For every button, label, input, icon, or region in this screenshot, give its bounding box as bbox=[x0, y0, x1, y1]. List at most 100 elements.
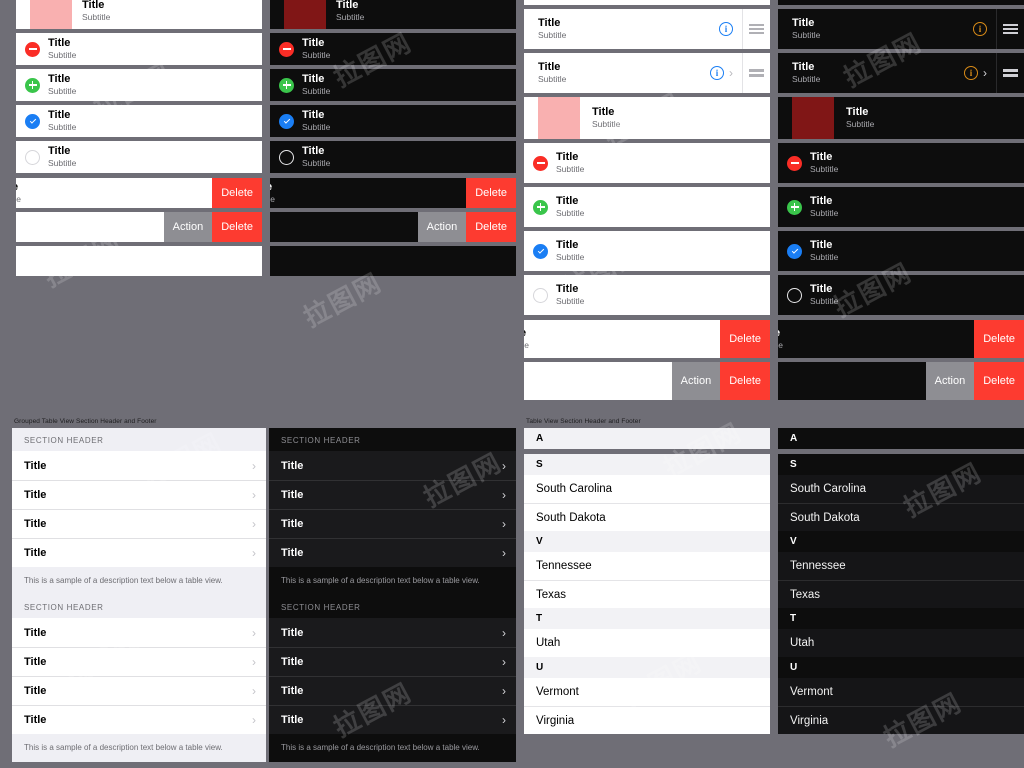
empty-row-card[interactable] bbox=[270, 246, 516, 276]
table-row[interactable]: Title › bbox=[269, 480, 516, 509]
add-row-card[interactable]: Title Subtitle bbox=[778, 187, 1024, 227]
swipe-delete-row[interactable]: e tle Delete bbox=[524, 320, 770, 358]
table-row[interactable]: Title › bbox=[269, 509, 516, 538]
checkmark-circle-icon[interactable] bbox=[279, 113, 294, 129]
unchecked-row[interactable]: Title Subtitle bbox=[16, 141, 262, 173]
empty-circle-icon[interactable] bbox=[787, 287, 802, 303]
checkmark-circle-icon[interactable] bbox=[787, 243, 802, 259]
minus-badge-icon[interactable] bbox=[787, 155, 802, 171]
list-item[interactable]: Virginia bbox=[524, 706, 770, 734]
checked-row-card[interactable]: Title Subtitle bbox=[16, 105, 262, 137]
list-item[interactable]: Texas bbox=[524, 580, 770, 608]
info-icon[interactable]: i bbox=[973, 22, 987, 36]
swipe-action-row[interactable]: Action Delete bbox=[524, 362, 770, 400]
unchecked-row[interactable]: Title Subtitle bbox=[778, 275, 1024, 315]
detail-reorder-row-card[interactable]: Title Subtitle i bbox=[778, 9, 1024, 49]
detail-reorder-row[interactable]: Title Subtitle i bbox=[524, 9, 770, 49]
checked-row-card[interactable]: Title Subtitle bbox=[778, 231, 1024, 271]
list-item[interactable]: South Dakota bbox=[778, 503, 1024, 531]
list-item[interactable]: Tennessee bbox=[778, 552, 1024, 580]
checked-row[interactable]: Title Subtitle bbox=[524, 231, 770, 271]
delete-button[interactable]: Delete bbox=[974, 362, 1024, 400]
add-row-card[interactable]: Title Subtitle bbox=[524, 187, 770, 227]
list-item[interactable]: South Carolina bbox=[778, 475, 1024, 503]
remove-row[interactable]: Title Subtitle bbox=[524, 143, 770, 183]
table-row[interactable]: Title › bbox=[12, 480, 266, 509]
checkmark-circle-icon[interactable] bbox=[533, 243, 548, 259]
list-item[interactable]: Texas bbox=[778, 580, 1024, 608]
unchecked-row-card[interactable]: Title Subtitle bbox=[270, 141, 516, 173]
delete-button[interactable]: Delete bbox=[212, 178, 262, 208]
delete-button[interactable]: Delete bbox=[720, 362, 770, 400]
swipe-delete-row[interactable]: e tle Delete bbox=[16, 178, 262, 208]
info-icon[interactable]: i bbox=[964, 66, 978, 80]
table-row[interactable]: Title › bbox=[269, 647, 516, 676]
list-item[interactable]: Utah bbox=[524, 629, 770, 657]
table-row[interactable]: Title › bbox=[12, 451, 266, 480]
image-row-card[interactable]: Title Subtitle bbox=[524, 97, 770, 139]
swipe-delete-row[interactable]: e tle Delete bbox=[778, 320, 1024, 358]
checked-row[interactable]: Title Subtitle bbox=[778, 231, 1024, 271]
list-item[interactable]: Vermont bbox=[778, 678, 1024, 706]
empty-row-card[interactable] bbox=[16, 246, 262, 276]
remove-row-card[interactable]: Title Subtitle bbox=[270, 33, 516, 65]
add-row-card[interactable]: Title Subtitle bbox=[270, 69, 516, 101]
remove-row-card[interactable]: Title Subtitle bbox=[778, 143, 1024, 183]
table-row[interactable]: Title › bbox=[269, 451, 516, 480]
action-button[interactable]: Action bbox=[163, 212, 213, 242]
remove-row-card[interactable]: Title Subtitle bbox=[524, 143, 770, 183]
detail-disclosure-reorder-row-card[interactable]: Title Subtitle i › bbox=[524, 53, 770, 93]
action-button[interactable]: Action bbox=[925, 362, 975, 400]
detail-disclosure-reorder-row[interactable]: Title Subtitle i › bbox=[524, 53, 770, 93]
remove-row[interactable]: Title Subtitle bbox=[16, 33, 262, 65]
reorder-handle-icon[interactable] bbox=[742, 9, 770, 49]
table-row[interactable]: Title › bbox=[12, 676, 266, 705]
plus-badge-icon[interactable] bbox=[279, 77, 294, 93]
image-row-card[interactable]: Title Subtitle bbox=[270, 0, 516, 29]
image-row[interactable]: Title Subtitle bbox=[524, 97, 770, 139]
detail-disclosure-reorder-row-card[interactable]: Title Subtitle i › bbox=[778, 53, 1024, 93]
swipe-action-row[interactable]: Action Delete bbox=[778, 362, 1024, 400]
unchecked-row-card[interactable]: Title Subtitle bbox=[16, 141, 262, 173]
action-button[interactable]: Action bbox=[417, 212, 467, 242]
empty-circle-icon[interactable] bbox=[533, 287, 548, 303]
image-row[interactable]: Title Subtitle bbox=[778, 97, 1024, 139]
delete-button[interactable]: Delete bbox=[974, 320, 1024, 358]
image-row-card[interactable]: Title Subtitle bbox=[778, 97, 1024, 139]
add-row-card[interactable]: Title Subtitle bbox=[16, 69, 262, 101]
table-row[interactable]: Title › bbox=[12, 538, 266, 567]
table-row[interactable]: Title › bbox=[12, 705, 266, 734]
list-item[interactable]: Tennessee bbox=[524, 552, 770, 580]
unchecked-row[interactable]: Title Subtitle bbox=[524, 275, 770, 315]
unchecked-row-card[interactable]: Title Subtitle bbox=[778, 275, 1024, 315]
unchecked-row[interactable]: Title Subtitle bbox=[270, 141, 516, 173]
minus-badge-icon[interactable] bbox=[279, 41, 294, 57]
info-icon[interactable]: i bbox=[719, 22, 733, 36]
list-item[interactable]: South Dakota bbox=[524, 503, 770, 531]
minus-badge-icon[interactable] bbox=[533, 155, 548, 171]
checked-row[interactable]: Title Subtitle bbox=[16, 105, 262, 137]
list-item[interactable]: Utah bbox=[778, 629, 1024, 657]
detail-reorder-row[interactable]: Title Subtitle i bbox=[778, 9, 1024, 49]
list-item[interactable]: South Carolina bbox=[524, 475, 770, 503]
list-item[interactable]: Vermont bbox=[524, 678, 770, 706]
table-row[interactable]: Title › bbox=[269, 705, 516, 734]
remove-row[interactable]: Title Subtitle bbox=[778, 143, 1024, 183]
table-row[interactable]: Title › bbox=[12, 647, 266, 676]
checked-row-card[interactable]: Title Subtitle bbox=[524, 231, 770, 271]
add-row[interactable]: Title Subtitle bbox=[524, 187, 770, 227]
table-row[interactable]: Title › bbox=[12, 618, 266, 647]
image-row[interactable]: Title Subtitle bbox=[270, 0, 516, 29]
remove-row[interactable]: Title Subtitle bbox=[270, 33, 516, 65]
plus-badge-icon[interactable] bbox=[533, 199, 548, 215]
minus-badge-icon[interactable] bbox=[25, 41, 40, 57]
action-button[interactable]: Action bbox=[671, 362, 721, 400]
add-row[interactable]: Title Subtitle bbox=[270, 69, 516, 101]
delete-button[interactable]: Delete bbox=[466, 178, 516, 208]
add-row[interactable]: Title Subtitle bbox=[16, 69, 262, 101]
image-row[interactable]: Title Subtitle bbox=[16, 0, 262, 29]
partial-row-card[interactable] bbox=[778, 0, 1024, 5]
plus-badge-icon[interactable] bbox=[25, 77, 40, 93]
image-row-card[interactable]: Title Subtitle bbox=[16, 0, 262, 29]
delete-button[interactable]: Delete bbox=[466, 212, 516, 242]
